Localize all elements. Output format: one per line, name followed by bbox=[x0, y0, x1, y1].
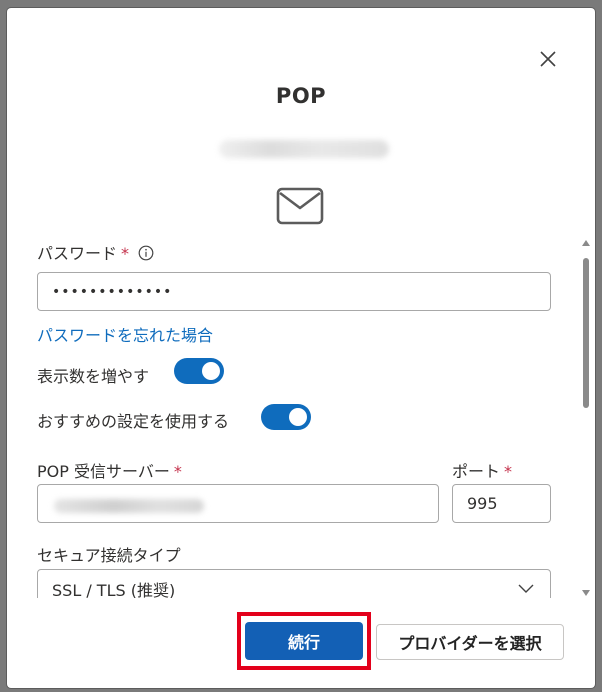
pop-server-value-redacted bbox=[54, 499, 204, 513]
toggle-recommended-switch[interactable] bbox=[261, 404, 311, 430]
scrollbar[interactable] bbox=[581, 240, 591, 596]
scroll-down-arrow-icon bbox=[582, 590, 590, 596]
port-input[interactable]: 995 bbox=[452, 484, 551, 523]
password-label-text: パスワード bbox=[37, 244, 118, 263]
choose-provider-button[interactable]: プロバイダーを選択 bbox=[376, 624, 564, 660]
scroll-up-arrow-icon bbox=[582, 240, 590, 246]
continue-highlight-annotation bbox=[237, 612, 371, 670]
toggle-knob bbox=[289, 408, 307, 426]
port-label-text: ポート bbox=[452, 462, 501, 481]
required-mark: * bbox=[121, 244, 130, 263]
close-button[interactable] bbox=[535, 46, 561, 72]
toggle-more-label: 表示数を増やす bbox=[37, 367, 150, 386]
password-label: パスワード * bbox=[37, 240, 154, 265]
form-scroll-area: パスワード * ••••••••••••• パスワードを忘れた場合 表示数を増やす… bbox=[7, 234, 595, 598]
pop-server-input[interactable] bbox=[37, 484, 439, 523]
toggle-knob bbox=[202, 362, 220, 380]
pop-account-dialog: POP パスワード * ••••••••••••• パスワードを忘れた場合 表示数… bbox=[7, 8, 595, 688]
secure-connection-label: セキュア接続タイプ bbox=[37, 546, 181, 565]
required-mark: * bbox=[173, 462, 182, 481]
forgot-password-link[interactable]: パスワードを忘れた場合 bbox=[37, 322, 213, 346]
port-value: 995 bbox=[467, 494, 498, 513]
info-icon[interactable] bbox=[138, 245, 154, 265]
port-label: ポート * bbox=[452, 458, 512, 482]
password-value: ••••••••••••• bbox=[52, 283, 173, 300]
close-icon bbox=[540, 51, 556, 67]
account-email-redacted bbox=[219, 140, 389, 158]
secure-connection-select[interactable]: SSL / TLS (推奨) bbox=[37, 569, 551, 598]
pop-server-label: POP 受信サーバー * bbox=[37, 458, 182, 482]
pop-server-label-text: POP 受信サーバー bbox=[37, 462, 170, 481]
required-mark: * bbox=[504, 462, 513, 481]
toggle-recommended-label: おすすめの設定を使用する bbox=[37, 412, 230, 431]
scrollbar-thumb[interactable] bbox=[583, 258, 589, 408]
dialog-title: POP bbox=[275, 84, 327, 108]
mail-icon bbox=[276, 187, 324, 225]
password-input[interactable]: ••••••••••••• bbox=[37, 272, 551, 311]
secure-connection-value: SSL / TLS (推奨) bbox=[52, 580, 176, 599]
chevron-down-icon bbox=[518, 584, 534, 593]
toggle-more-switch[interactable] bbox=[174, 358, 224, 384]
